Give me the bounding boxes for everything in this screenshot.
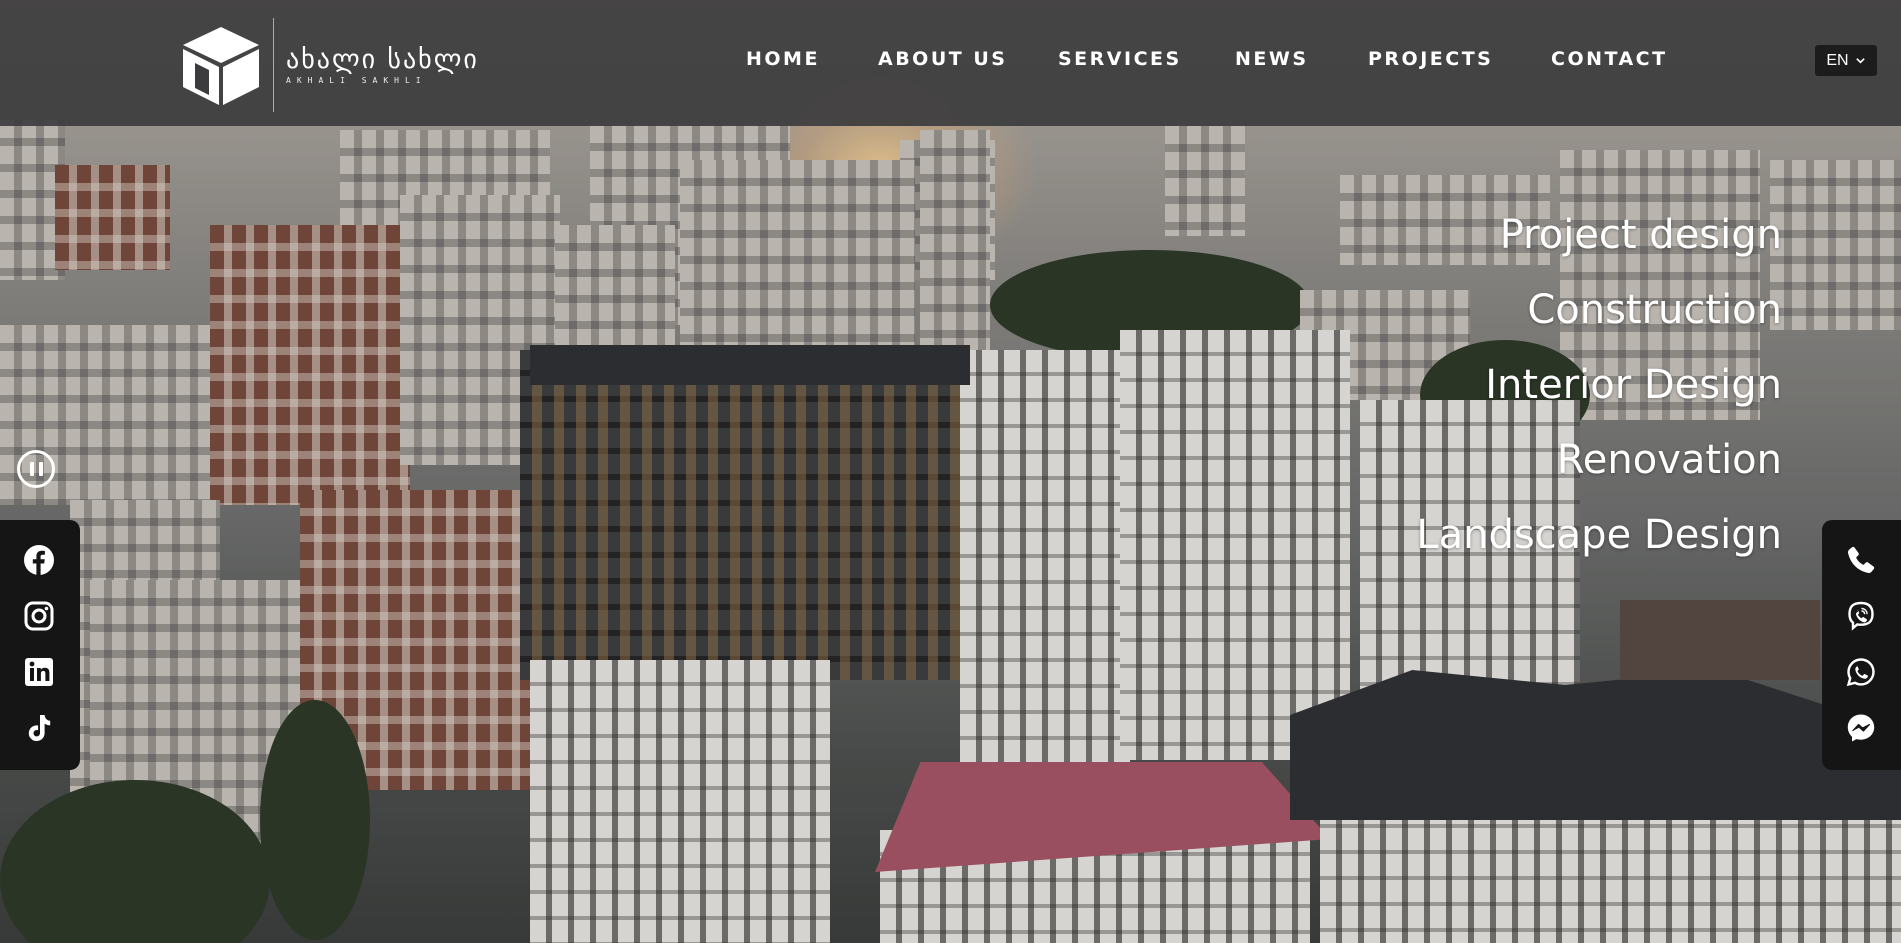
nav-about-us[interactable]: ABOUT US [878,48,1007,70]
cube-house-icon [183,27,259,105]
site-header: ახალი სახლი AKHALI SAKHLI HOME ABOUT US … [0,0,1901,126]
social-links-panel [0,520,80,770]
contact-links-panel [1822,520,1901,770]
viber-link[interactable] [1844,599,1878,633]
hero-services-list: Project design Construction Interior Des… [1416,198,1782,573]
pause-icon [29,462,34,476]
site-logo-link[interactable]: ახალი სახლი AKHALI SAKHLI [181,18,479,112]
nav-home[interactable]: HOME [746,48,820,70]
messenger-link[interactable] [1844,711,1878,745]
viber-icon [1848,601,1874,631]
pause-icon-bar [38,462,43,476]
language-selected: EN [1826,51,1849,69]
whatsapp-icon [1846,658,1875,687]
facebook-icon [24,545,54,575]
nav-projects[interactable]: PROJECTS [1368,48,1493,70]
whatsapp-link[interactable] [1844,655,1878,689]
linkedin-icon [25,658,53,686]
messenger-icon [1847,714,1875,742]
service-interior-design[interactable]: Interior Design [1416,348,1782,423]
tiktok-link[interactable] [22,711,56,745]
brand-name-latin: AKHALI SAKHLI [286,75,427,85]
facebook-link[interactable] [22,543,56,577]
service-project-design[interactable]: Project design [1416,198,1782,273]
nav-contact[interactable]: CONTACT [1551,48,1668,70]
instagram-link[interactable] [22,599,56,633]
phone-link[interactable] [1844,543,1878,577]
language-selector[interactable]: EN [1815,45,1877,76]
nav-news[interactable]: NEWS [1235,48,1309,70]
instagram-icon [24,601,54,631]
phone-icon [1848,546,1875,574]
brand-name: ახალი სახლი AKHALI SAKHLI [286,46,479,85]
linkedin-link[interactable] [22,655,56,689]
chevron-down-icon [1855,58,1865,64]
brand-name-georgian: ახალი სახლი [286,44,479,75]
service-construction[interactable]: Construction [1416,273,1782,348]
nav-services[interactable]: SERVICES [1058,48,1182,70]
service-renovation[interactable]: Renovation [1416,423,1782,498]
video-pause-button[interactable] [17,450,55,488]
service-landscape-design[interactable]: Landscape Design [1416,498,1782,573]
logo-divider [273,18,274,112]
tiktok-icon [28,715,51,741]
